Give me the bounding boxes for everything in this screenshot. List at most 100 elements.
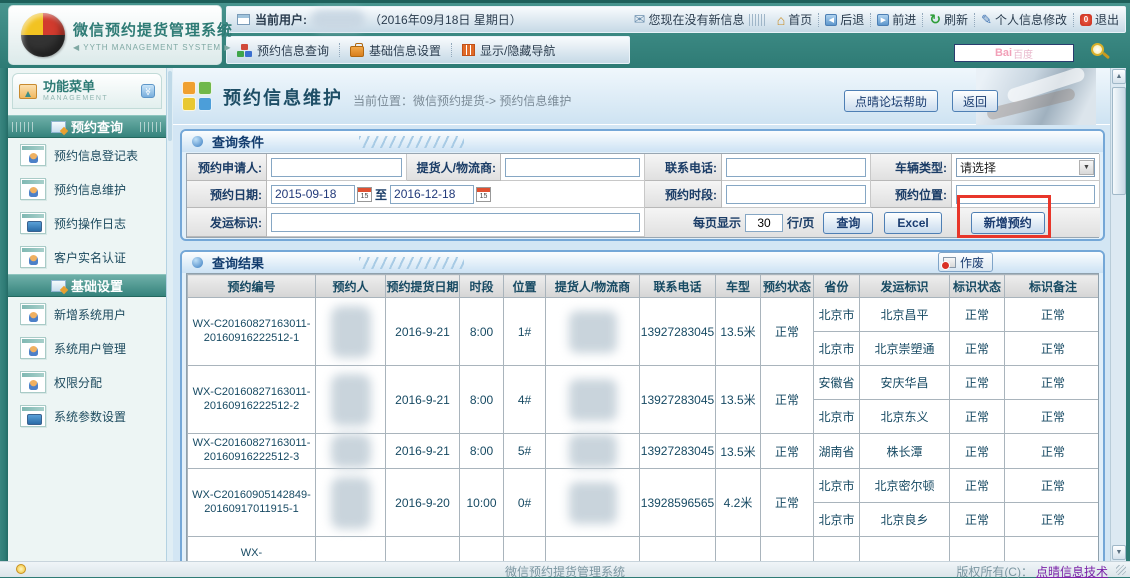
query-panel-header: 查询条件 (182, 131, 1103, 152)
return-button[interactable]: 返回 (952, 90, 998, 112)
page-title: 预约信息维护 (223, 84, 343, 110)
consignee-label: 提货人/物流商: (407, 154, 501, 181)
redacted-name (331, 374, 371, 426)
decorative-hatch (359, 136, 464, 148)
void-button[interactable]: 作废 (938, 252, 993, 272)
phone-label: 联系电话: (645, 154, 722, 181)
nav-divider-hatch (749, 14, 765, 26)
sidebar-scrollbar[interactable] (166, 68, 173, 561)
app-window: 当前用户: （2016年09月18日 星期日） 您现在没有新信息 首页 后退 (0, 0, 1130, 578)
app-logo: 微信预约提货管理系统 ◀ YYTH MANAGEMENT SYSTEM ▶ (8, 5, 222, 65)
window-person-icon (20, 371, 46, 393)
sidebar-section-basic-settings[interactable]: 基础设置 (8, 274, 166, 297)
main-scrollbar[interactable] (1110, 68, 1126, 561)
table-row-partial[interactable]: WX- (188, 537, 1100, 562)
sidebar-item-permission[interactable]: 权限分配 (8, 365, 166, 399)
window-monitor-icon (20, 212, 46, 234)
calendar-icon[interactable]: 15 (476, 187, 491, 202)
toolbar-toggle-nav[interactable]: 显示/隐藏导航 (452, 42, 565, 59)
scrollbar-thumb[interactable] (1112, 87, 1126, 195)
company-link[interactable]: 点晴信息技术 (1036, 563, 1108, 578)
sidebar-item-user-manage[interactable]: 系统用户管理 (8, 331, 166, 365)
baidu-watermark-cn: 百度 (1013, 46, 1033, 61)
scroll-down-icon[interactable] (1112, 545, 1126, 560)
breadcrumb: 当前位置：微信预约提货-> 预约信息维护 (353, 92, 571, 109)
redacted-consignee (569, 482, 617, 524)
message-area[interactable]: 您现在没有新信息 (634, 11, 745, 28)
table-row[interactable]: WX-C20160827163011-20160916222512-3 2016… (188, 434, 1100, 469)
nav-back[interactable]: 后退 (819, 11, 870, 28)
query-form: 预约申请人: 提货人/物流商: 联系电话: 车辆类型: 请选择 预约日期: 15 (186, 153, 1099, 238)
results-panel-title: 查询结果 (212, 253, 264, 272)
back-icon (825, 14, 837, 26)
search-button[interactable]: 查询 (823, 212, 873, 234)
phone-input[interactable] (726, 158, 866, 177)
sidebar-item-customer-verify[interactable]: 客户实名认证 (8, 240, 166, 274)
menu-title: 功能菜单 (43, 80, 108, 93)
date-label: 预约日期: (187, 181, 267, 208)
window-monitor-icon (20, 405, 46, 427)
table-row[interactable]: WX-C20160905142849-20160917011915-1 2016… (188, 469, 1100, 503)
timeslot-input[interactable] (726, 185, 866, 204)
calendar-icon[interactable]: 15 (357, 187, 372, 202)
timeslot-label: 预约时段: (645, 181, 722, 208)
current-user-label: 当前用户: (255, 11, 307, 28)
right-frame (1126, 68, 1130, 561)
vehicle-type-value: 请选择 (960, 159, 996, 176)
sidebar-section-booking-query[interactable]: 预约查询 (8, 115, 166, 138)
chevron-down-icon (1079, 160, 1094, 175)
page-size-prefix: 每页显示 (693, 214, 741, 231)
shipping-mark-input[interactable] (271, 213, 640, 232)
excel-button[interactable]: Excel (884, 212, 941, 234)
page-header: 预约信息维护 当前位置：微信预约提货-> 预约信息维护 点晴论坛帮助 返回 (173, 68, 1110, 125)
nav-logout[interactable]: 退出 (1074, 11, 1125, 28)
search-icon[interactable] (1091, 43, 1104, 56)
scroll-up-icon[interactable] (1112, 69, 1126, 84)
vehicle-type-select[interactable]: 请选择 (956, 158, 1095, 177)
sidebar-item-system-params[interactable]: 系统参数设置 (8, 399, 166, 433)
header-nav: 首页 后退 前进 刷新 (749, 11, 1125, 28)
table-row[interactable]: WX-C20160827163011-20160916222512-1 2016… (188, 298, 1100, 332)
current-user-redacted (311, 10, 365, 30)
mail-icon (634, 11, 646, 28)
redacted-consignee (569, 379, 617, 421)
table-row[interactable]: WX-C20160827163011-20160916222512-2 2016… (188, 366, 1100, 400)
date-to-input[interactable] (390, 185, 474, 204)
date-from-input[interactable] (271, 185, 355, 204)
table-header-row: 预约编号 预约人 预约提货日期 时段 位置 提货人/物流商 联系电话 车型 预约… (188, 275, 1100, 298)
shipping-mark-label: 发运标识: (187, 208, 267, 237)
nav-refresh[interactable]: 刷新 (923, 11, 974, 28)
logout-icon (1080, 14, 1092, 26)
refresh-icon (929, 11, 941, 28)
sidebar-item-booking-maintain[interactable]: 预约信息维护 (8, 172, 166, 206)
sidebar-item-booking-log[interactable]: 预约操作日志 (8, 206, 166, 240)
menu-subtitle: MANAGEMENT (43, 95, 108, 102)
consignee-input[interactable] (505, 158, 640, 177)
app-title: 微信预约提货管理系统 (73, 19, 233, 40)
vehicle-type-label: 车辆类型: (871, 154, 952, 181)
position-input[interactable] (956, 185, 1095, 204)
sidebar-item-booking-register[interactable]: 预约信息登记表 (8, 138, 166, 172)
date-separator: 至 (375, 186, 387, 203)
results-table-wrap: 预约编号 预约人 预约提货日期 时段 位置 提货人/物流商 联系电话 车型 预约… (186, 273, 1099, 561)
baidu-search-input[interactable]: Bai 百度 (954, 44, 1074, 62)
toolbar-booking-query[interactable]: 预约信息查询 (227, 42, 339, 59)
nav-home[interactable]: 首页 (771, 11, 818, 28)
nav-forward[interactable]: 前进 (871, 11, 922, 28)
add-booking-button[interactable]: 新增预约 (971, 212, 1045, 234)
forum-help-button[interactable]: 点晴论坛帮助 (844, 90, 938, 112)
sidebar-body: 功能菜单 MANAGEMENT 预约查询 预约信息登记表 预约信息维护 (8, 68, 166, 561)
applicant-input[interactable] (271, 158, 402, 177)
quick-toolbar: 预约信息查询 基础信息设置 显示/隐藏导航 (226, 36, 630, 64)
nav-edit-profile[interactable]: 个人信息修改 (975, 11, 1073, 28)
window-person-icon (20, 303, 46, 325)
logo-icon (21, 13, 65, 57)
page-size-suffix: 行/页 (787, 214, 814, 231)
page-size-input[interactable] (745, 214, 783, 232)
top-header: 当前用户: （2016年09月18日 星期日） 您现在没有新信息 首页 后退 (0, 3, 1130, 68)
results-panel-header: 查询结果 作废 (182, 252, 1103, 273)
cubes-icon (237, 44, 252, 57)
toolbar-basic-settings[interactable]: 基础信息设置 (340, 42, 451, 59)
collapse-menu-icon[interactable] (141, 84, 155, 98)
sidebar-item-add-user[interactable]: 新增系统用户 (8, 297, 166, 331)
